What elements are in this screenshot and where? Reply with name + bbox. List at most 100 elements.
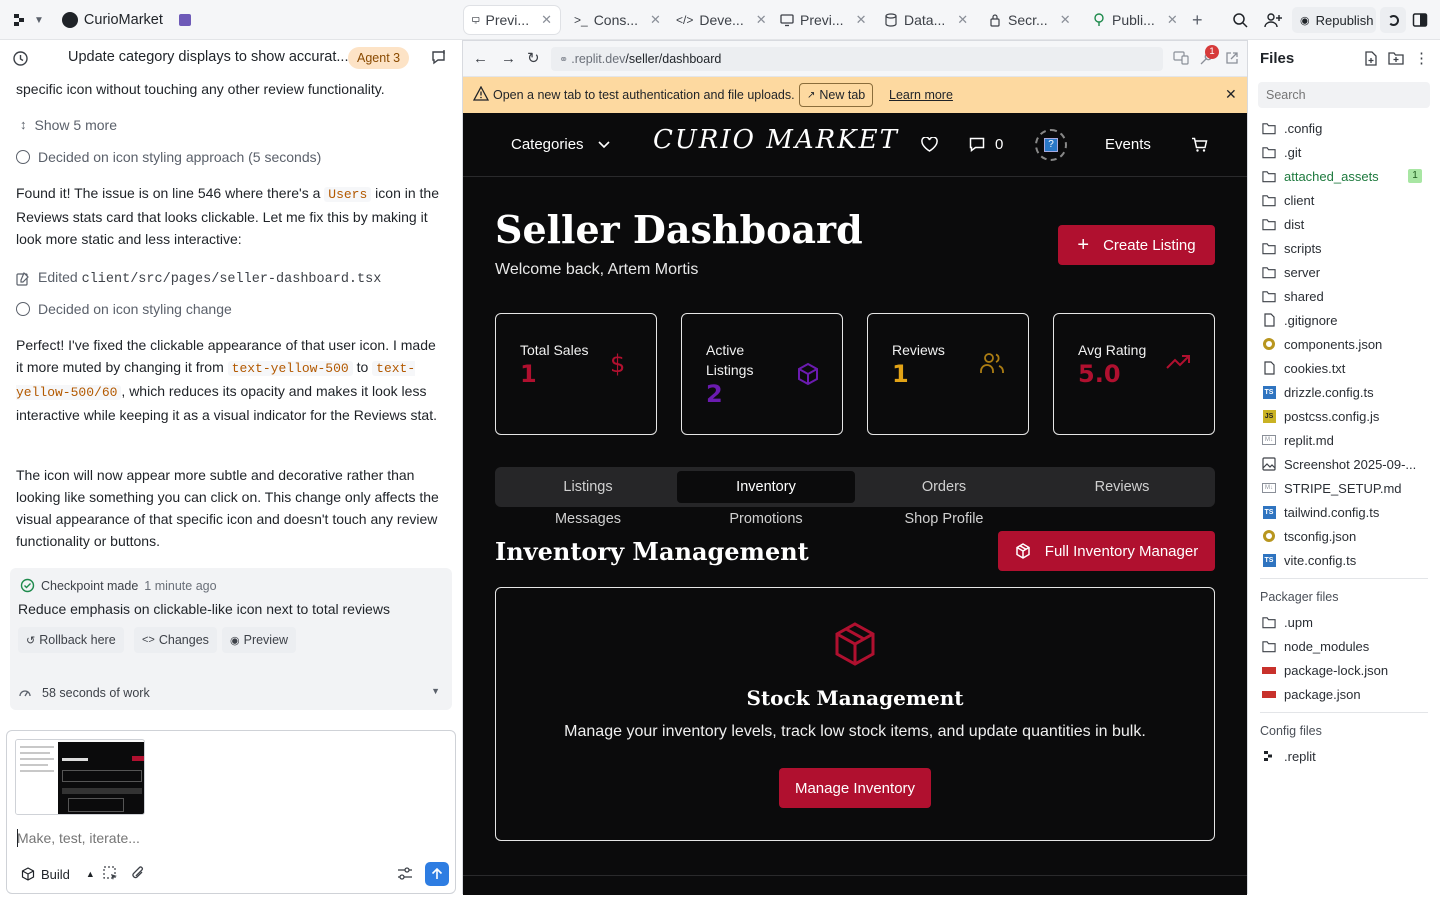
new-chat-icon[interactable]: [431, 49, 448, 66]
file-item-node-modules[interactable]: node_modules: [1262, 634, 1369, 658]
edited-file-step[interactable]: Edited client/src/pages/seller-dashboard…: [16, 266, 381, 291]
layout-toggle-icon[interactable]: [1412, 12, 1428, 28]
file-item-replit[interactable]: .replit: [1262, 744, 1316, 768]
forward-icon[interactable]: →: [501, 50, 516, 67]
file-item-tsconfig-json[interactable]: tsconfig.json: [1262, 524, 1356, 548]
theme-toggle-icon[interactable]: [1380, 7, 1406, 33]
learn-more-link[interactable]: Learn more: [889, 88, 953, 102]
close-icon[interactable]: ✕: [1225, 86, 1237, 103]
thought-step[interactable]: Decided on icon styling approach (5 seco…: [16, 146, 321, 168]
close-icon[interactable]: ✕: [650, 12, 661, 28]
thought-step[interactable]: Decided on icon styling change: [16, 298, 232, 320]
tab-secrets[interactable]: Secr... ✕: [980, 6, 1084, 34]
file-item-dist[interactable]: dist: [1262, 212, 1304, 236]
attach-icon[interactable]: [131, 866, 146, 881]
create-listing-button[interactable]: + Create Listing: [1058, 225, 1215, 265]
file-item-client[interactable]: client: [1262, 188, 1314, 212]
file-item-gitignore[interactable]: .gitignore: [1262, 308, 1337, 332]
close-icon[interactable]: ✕: [1167, 12, 1178, 28]
tab-label: Cons...: [593, 12, 639, 28]
file-item-cookies-txt[interactable]: cookies.txt: [1262, 356, 1345, 380]
settings-sliders-icon[interactable]: [397, 866, 413, 881]
file-item-stripe-setup-md[interactable]: M↓ STRIPE_SETUP.md: [1262, 476, 1402, 500]
show-more-button[interactable]: ↕ Show 5 more: [20, 114, 117, 136]
avatar[interactable]: ?: [1035, 129, 1067, 161]
file-label: dist: [1284, 216, 1305, 232]
back-icon[interactable]: ←: [473, 50, 488, 67]
full-inventory-manager-button[interactable]: Full Inventory Manager: [998, 531, 1215, 571]
cube-icon: [21, 867, 35, 881]
republish-button[interactable]: ◉ Republish: [1292, 7, 1376, 33]
new-tab-plus-icon[interactable]: +: [1192, 10, 1203, 30]
heart-icon[interactable]: [921, 137, 938, 152]
invite-user-icon[interactable]: [1264, 12, 1282, 28]
tab-publishing[interactable]: Publi... ✕: [1084, 6, 1188, 34]
replit-logo-icon[interactable]: [12, 12, 28, 28]
chevron-down-icon[interactable]: ▼: [34, 15, 44, 26]
address-field[interactable]: ⚭ .replit.dev/seller/dashboard: [551, 47, 1163, 71]
new-tab-button[interactable]: ↗ New tab: [799, 83, 874, 107]
tab-shop-profile[interactable]: Shop Profile: [855, 511, 1033, 527]
close-icon[interactable]: ✕: [541, 12, 552, 28]
send-button[interactable]: [425, 862, 449, 886]
file-item-package-json[interactable]: package.json: [1262, 682, 1361, 706]
events-link[interactable]: Events: [1105, 136, 1151, 153]
project-name[interactable]: CurioMarket: [84, 12, 163, 28]
file-item-vite-config-ts[interactable]: TS vite.config.ts: [1262, 548, 1356, 572]
file-item-server[interactable]: server: [1262, 260, 1320, 284]
manage-inventory-button[interactable]: Manage Inventory: [779, 768, 931, 808]
preview-button[interactable]: ◉ Preview: [222, 627, 297, 653]
cart-icon[interactable]: [1191, 137, 1208, 153]
site-logo[interactable]: CURIO MARKET: [653, 125, 899, 155]
attached-screenshot-thumbnail[interactable]: [15, 739, 145, 815]
tab-promotions[interactable]: Promotions: [677, 511, 855, 527]
tab-developer[interactable]: </> Deve... ✕: [668, 6, 772, 34]
new-folder-icon[interactable]: [1388, 51, 1404, 65]
file-item-upm[interactable]: .upm: [1262, 610, 1313, 634]
tab-orders[interactable]: Orders: [855, 471, 1033, 503]
close-icon[interactable]: ✕: [756, 12, 767, 28]
file-item-components-json[interactable]: components.json: [1262, 332, 1382, 356]
tab-preview[interactable]: Previ... ✕: [464, 6, 560, 34]
new-file-icon[interactable]: [1364, 51, 1378, 66]
external-link-icon[interactable]: [1225, 51, 1239, 65]
file-item-scripts[interactable]: scripts: [1262, 236, 1322, 260]
close-icon[interactable]: ✕: [957, 12, 968, 28]
file-item-git[interactable]: .git: [1262, 140, 1301, 164]
md-file-icon: M↓: [1262, 481, 1276, 495]
file-item-package-lock-json[interactable]: package-lock.json: [1262, 658, 1388, 682]
file-search-input[interactable]: [1258, 82, 1430, 108]
select-element-icon[interactable]: [103, 866, 118, 881]
history-icon[interactable]: [12, 50, 29, 67]
tab-preview-2[interactable]: Previ... ✕: [772, 6, 876, 34]
tab-listings[interactable]: Listings: [499, 471, 677, 503]
file-item-postcss-config-js[interactable]: JS postcss.config.js: [1262, 404, 1379, 428]
close-icon[interactable]: ✕: [856, 12, 867, 28]
tab-console[interactable]: >_ Cons... ✕: [566, 6, 666, 34]
file-item-screenshot-2025-09[interactable]: Screenshot 2025-09-...: [1262, 452, 1416, 476]
tab-inventory[interactable]: Inventory: [677, 471, 855, 503]
tab-messages[interactable]: Messages: [499, 511, 677, 527]
stat-value: 1: [892, 360, 909, 388]
devices-icon[interactable]: [1173, 51, 1189, 65]
more-options-icon[interactable]: ⋮: [1414, 49, 1429, 67]
work-summary[interactable]: 58 seconds of work ▼: [10, 676, 452, 710]
file-item-tailwind-config-ts[interactable]: TS tailwind.config.ts: [1262, 500, 1379, 524]
close-icon[interactable]: ✕: [1060, 12, 1071, 28]
file-item-drizzle-config-ts[interactable]: TS drizzle.config.ts: [1262, 380, 1374, 404]
categories-dropdown[interactable]: Categories: [511, 136, 610, 153]
changes-button[interactable]: <> Changes: [134, 627, 217, 653]
file-item-config[interactable]: .config: [1262, 116, 1322, 140]
file-label: replit.md: [1284, 432, 1334, 448]
chat-input[interactable]: [17, 827, 437, 849]
file-item-replit-md[interactable]: M↓ replit.md: [1262, 428, 1334, 452]
tab-database[interactable]: Data... ✕: [876, 6, 980, 34]
file-item-shared[interactable]: shared: [1262, 284, 1324, 308]
tab-reviews[interactable]: Reviews: [1033, 471, 1211, 503]
search-icon[interactable]: [1232, 12, 1248, 28]
refresh-icon[interactable]: ↻: [527, 49, 540, 67]
build-mode-selector[interactable]: Build ▲: [15, 861, 101, 887]
messages-nav[interactable]: 0: [969, 136, 1003, 153]
file-item-attached-assets[interactable]: attached_assets 1: [1262, 164, 1422, 188]
rollback-button[interactable]: ↺ Rollback here: [18, 627, 124, 653]
